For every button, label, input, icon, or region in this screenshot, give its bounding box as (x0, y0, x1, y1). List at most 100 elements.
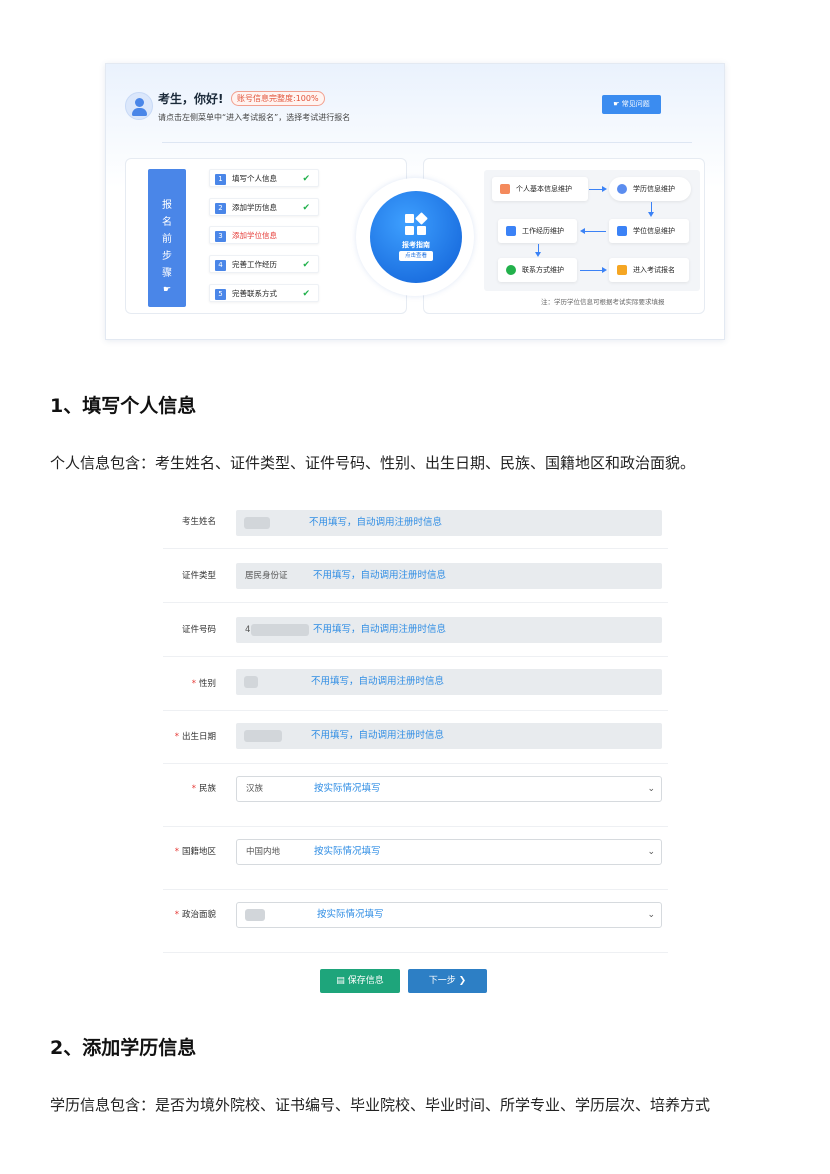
step-item-4[interactable]: 4 完善工作经历 ✔ (209, 255, 319, 273)
guide-button-circle[interactable] (370, 191, 462, 283)
flow-node-education: 学历信息维护 (609, 177, 691, 201)
flow-node-exam-register: 进入考试报名 (609, 258, 689, 282)
step-item-5[interactable]: 5 完善联系方式 ✔ (209, 284, 319, 302)
check-icon: ✔ (302, 174, 310, 184)
masked-value (244, 676, 258, 688)
name-field: 不用填写，自动调用注册时信息 (236, 510, 662, 536)
completeness-badge: 账号信息完整度:100% (231, 91, 325, 106)
auto-hint: 不用填写，自动调用注册时信息 (311, 730, 445, 741)
faq-button[interactable]: ☛ 常见问题 (602, 95, 661, 114)
political-status-select[interactable]: 按实际情况填写 ⌄ (236, 902, 662, 928)
flow-node-contact: 联系方式维护 (498, 258, 577, 282)
masked-value (251, 624, 309, 636)
step-number: 5 (215, 288, 226, 300)
flow-node-work: 工作经历维护 (498, 219, 577, 243)
chevron-down-icon: ⌄ (647, 784, 655, 794)
flow-node-label: 进入考试报名 (633, 266, 675, 274)
field-label-wrap: * 民族 (192, 782, 216, 794)
manual-hint: 按实际情况填写 (317, 909, 384, 920)
person-icon (500, 184, 510, 194)
section-heading-personal: 1、填写个人信息 (50, 395, 197, 417)
required-mark: * (174, 910, 179, 920)
field-label-wrap: * 国籍地区 (175, 845, 216, 857)
field-value: 居民身份证 (245, 571, 288, 581)
field-label: 性别 (198, 679, 216, 689)
auto-hint: 不用填写，自动调用注册时信息 (313, 570, 447, 581)
flow-node-label: 个人基本信息维护 (516, 185, 572, 193)
section-desc-education: 学历信息包含：是否为境外院校、证书编号、毕业院校、毕业时间、所学专业、学历层次、… (50, 1096, 711, 1114)
flow-node-label: 学位信息维护 (633, 227, 675, 235)
instruction-text: 请点击左侧菜单中“进入考试报名”，选择考试进行报名 (158, 113, 351, 122)
briefcase-icon (506, 226, 516, 236)
field-label: 考生姓名 (181, 517, 216, 527)
field-label: 政治面貌 (181, 910, 216, 920)
section-heading-education: 2、添加学历信息 (50, 1037, 197, 1059)
ethnicity-select[interactable]: 汉族 按实际情况填写 ⌄ (236, 776, 662, 802)
field-label: 民族 (198, 784, 216, 794)
required-mark: * (191, 679, 196, 689)
next-button-label: 下一步 (428, 976, 456, 986)
flow-arrow-left (580, 228, 606, 234)
document-icon: ▤ (336, 976, 345, 986)
flow-arrow-right (580, 267, 607, 273)
flow-node-label: 联系方式维护 (522, 266, 564, 274)
flow-node-label: 工作经历维护 (522, 227, 564, 235)
flow-node-label: 学历信息维护 (633, 185, 675, 193)
manual-hint: 按实际情况填写 (314, 846, 381, 857)
required-mark: * (174, 847, 179, 857)
required-mark: * (174, 732, 179, 742)
field-label-wrap: * 政治面貌 (175, 908, 216, 920)
field-value: 4 (245, 625, 251, 635)
id-type-field: 居民身份证 不用填写，自动调用注册时信息 (236, 563, 662, 589)
graduation-cap-icon (617, 184, 627, 194)
save-button[interactable]: ▤ 保存信息 (320, 969, 400, 993)
required-mark: * (191, 784, 196, 794)
step-number: 1 (215, 173, 226, 185)
flow-node-degree: 学位信息维护 (609, 219, 689, 243)
step-label: 完善联系方式 (232, 289, 277, 298)
check-icon: ✔ (302, 203, 310, 213)
masked-value (244, 517, 270, 529)
step-label: 填写个人信息 (232, 174, 277, 183)
badge-icon (617, 226, 627, 236)
greeting-text: 考生，你好! (158, 92, 224, 106)
step-number: 2 (215, 202, 226, 214)
steps-title-text: 报名前步骤 (162, 200, 172, 279)
guide-title: 报考指南 (402, 241, 430, 249)
masked-value (244, 730, 282, 742)
grid-icon (405, 212, 428, 236)
avatar-icon (125, 92, 153, 120)
step-number: 3 (215, 230, 226, 242)
birth-date-field: 不用填写，自动调用注册时信息 (236, 723, 662, 749)
divider (162, 142, 692, 143)
flow-arrow-down (535, 244, 541, 257)
guide-view-button[interactable]: 点击查看 (399, 251, 433, 261)
flow-node-basic-info: 个人基本信息维护 (492, 177, 588, 201)
field-value: 中国内地 (246, 847, 281, 857)
hand-icon: ☛ (162, 285, 172, 295)
step-item-1[interactable]: 1 填写个人信息 ✔ (209, 169, 319, 187)
auto-hint: 不用填写，自动调用注册时信息 (313, 624, 447, 635)
manual-hint: 按实际情况填写 (314, 783, 381, 794)
check-icon: ✔ (302, 260, 310, 270)
step-item-2[interactable]: 2 添加学历信息 ✔ (209, 198, 319, 216)
step-label: 完善工作经历 (232, 260, 277, 269)
step-number: 4 (215, 259, 226, 271)
document-icon (617, 265, 627, 275)
field-label: 证件号码 (181, 625, 216, 635)
field-label: 出生日期 (181, 732, 216, 742)
nationality-select[interactable]: 中国内地 按实际情况填写 ⌄ (236, 839, 662, 865)
step-label: 添加学历信息 (232, 203, 277, 212)
field-label-wrap: * 出生日期 (175, 730, 216, 742)
field-label-wrap: * 性别 (192, 677, 216, 689)
chevron-down-icon: ⌄ (647, 847, 655, 857)
flow-note: 注：学历学位信息可根据考试实际要求填报 (541, 298, 665, 306)
id-number-field: 4 不用填写，自动调用注册时信息 (236, 617, 662, 643)
field-value: 汉族 (246, 784, 264, 794)
check-icon: ✔ (302, 289, 310, 299)
step-item-3[interactable]: 3 添加学位信息 (209, 226, 319, 244)
next-button[interactable]: 下一步 ❯ (408, 969, 487, 993)
save-button-label: 保存信息 (347, 976, 384, 986)
steps-title: 报名前步骤 ☛ (148, 169, 186, 307)
step-label: 添加学位信息 (232, 231, 277, 240)
